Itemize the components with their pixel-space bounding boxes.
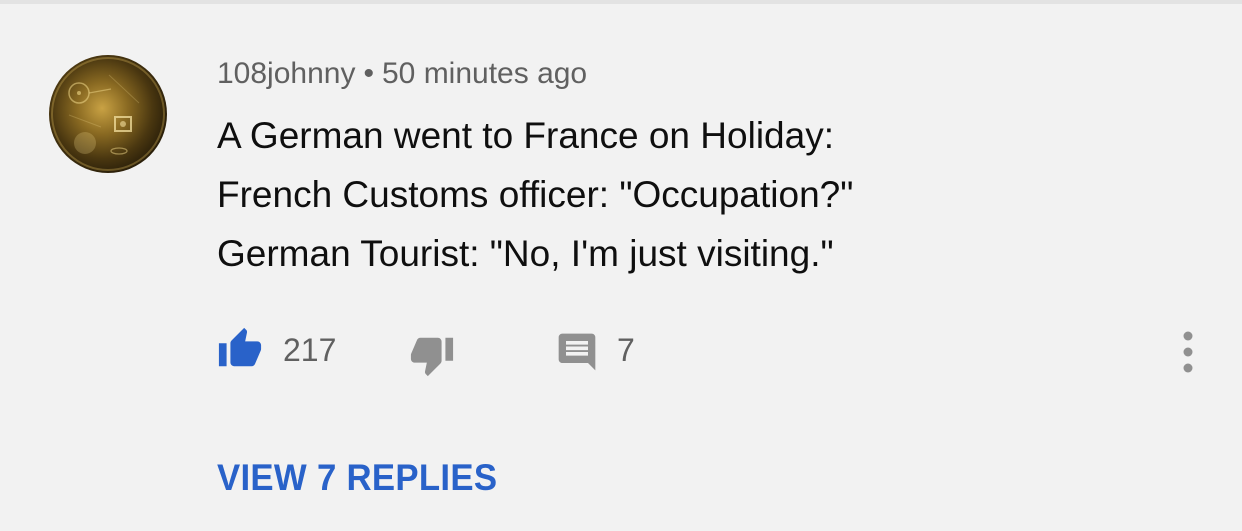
comment-body: A German went to France on Holiday: Fren… (217, 106, 853, 283)
meta-separator: • (363, 57, 374, 90)
more-vertical-icon (1183, 331, 1193, 373)
avatar[interactable] (49, 55, 167, 173)
view-replies-button[interactable]: VIEW 7 REPLIES (217, 456, 497, 500)
like-button[interactable] (217, 326, 263, 372)
author-name[interactable]: 108johnny (217, 57, 355, 90)
thumbs-up-icon (218, 327, 262, 367)
dislike-button[interactable] (409, 332, 455, 378)
more-options-button[interactable] (1175, 330, 1201, 374)
comment-line: German Tourist: "No, I'm just visiting." (217, 233, 834, 274)
reply-count: 7 (617, 332, 635, 368)
like-count: 217 (283, 332, 337, 368)
comment-line: French Customs officer: "Occupation?" (217, 174, 854, 215)
golden-record-avatar-image (51, 57, 165, 171)
comment-icon (558, 333, 596, 371)
top-divider (0, 0, 1242, 4)
reply-button[interactable] (555, 330, 599, 374)
comment-meta: 108johnny • 50 minutes ago (217, 54, 587, 94)
comment-timestamp[interactable]: 50 minutes ago (382, 57, 587, 90)
comment-actions: 217 7 (217, 326, 1217, 378)
comment-line: A German went to France on Holiday: (217, 115, 834, 156)
thumbs-down-icon (410, 337, 454, 377)
